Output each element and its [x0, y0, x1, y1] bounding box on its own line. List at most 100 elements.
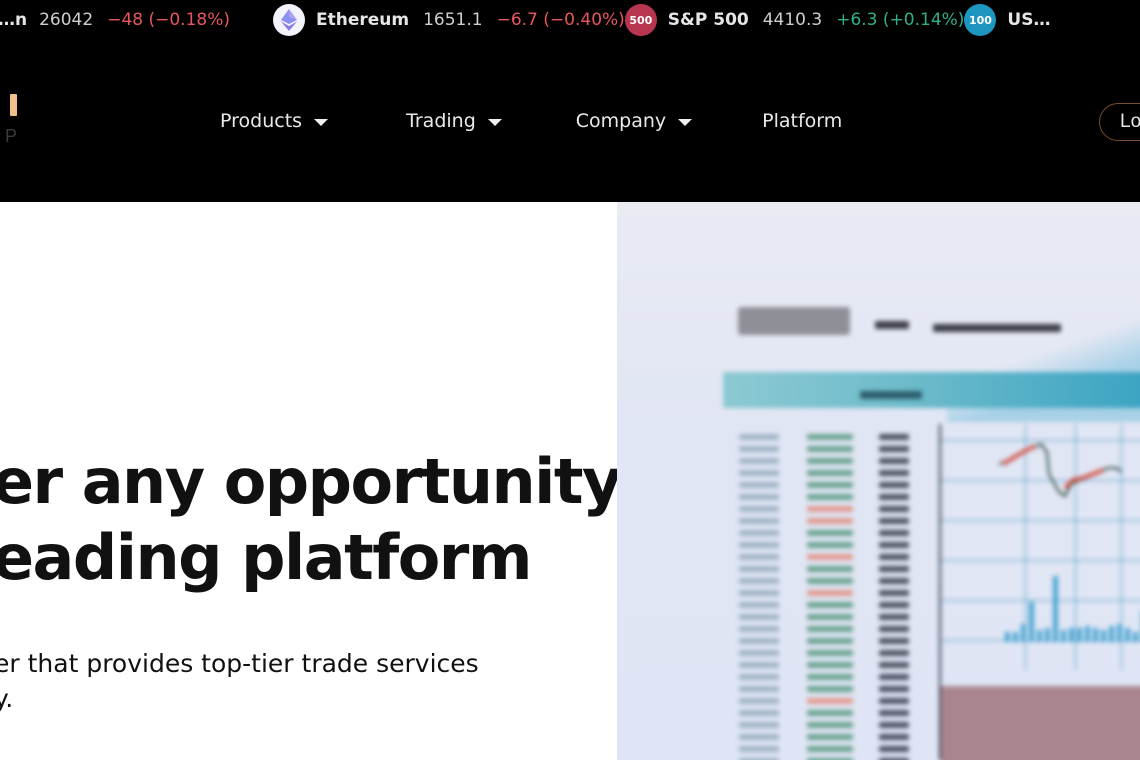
- image-decoration: [739, 470, 779, 476]
- image-decoration: [941, 560, 1140, 561]
- image-decoration: [879, 638, 909, 644]
- image-decoration: [1133, 632, 1138, 642]
- ticker-symbol: …n: [0, 10, 28, 30]
- image-decoration: [807, 506, 853, 512]
- image-decoration: [879, 482, 909, 488]
- image-decoration: [879, 554, 909, 560]
- nav-menu: Products Trading Company Platform: [220, 110, 842, 132]
- image-decoration: [879, 434, 909, 440]
- ticker-symbol: Ethereum: [316, 10, 410, 30]
- nav-item-label: Trading: [406, 110, 476, 132]
- image-decoration: [879, 506, 909, 512]
- nav-item-trading[interactable]: Trading: [406, 110, 502, 132]
- image-decoration: [807, 686, 853, 692]
- image-decoration: [879, 662, 909, 668]
- image-decoration: [739, 722, 779, 728]
- nav-item-label: Products: [220, 110, 303, 132]
- image-decoration: [879, 542, 909, 548]
- image-decoration: [739, 530, 779, 536]
- image-decoration: [879, 578, 909, 584]
- image-decoration: [739, 602, 779, 608]
- image-decoration: [739, 626, 779, 632]
- image-decoration: [807, 554, 853, 560]
- logo-subtext: P: [5, 126, 18, 146]
- ticker-item[interactable]: …n 26042 −48 (−0.18%): [0, 0, 230, 40]
- image-decoration: [739, 554, 779, 560]
- image-decoration: [807, 734, 853, 740]
- nav-item-company[interactable]: Company: [576, 110, 693, 132]
- hero-subtitle-line: er that provides top-tier trade services: [0, 649, 479, 678]
- image-decoration: [879, 614, 909, 620]
- image-decoration: [1061, 630, 1066, 642]
- image-decoration: [879, 686, 909, 692]
- image-decoration: [739, 434, 779, 440]
- image-decoration: [1021, 624, 1026, 642]
- hero-subtitle-line: y.: [0, 684, 14, 713]
- image-decoration: [941, 600, 1140, 601]
- image-decoration: [1005, 632, 1010, 642]
- image-decoration: [807, 602, 853, 608]
- image-decoration: [739, 518, 779, 524]
- image-decoration: [807, 434, 853, 440]
- image-decoration: [1109, 626, 1114, 642]
- main-nav: P Products Trading Company Platform Lo: [0, 40, 1140, 202]
- ticker-item[interactable]: 100 US…: [964, 0, 1064, 40]
- image-decoration: [739, 650, 779, 656]
- nav-item-products[interactable]: Products: [220, 110, 329, 132]
- image-decoration: [879, 530, 909, 536]
- ticker-symbol: S&P 500: [667, 10, 749, 30]
- us100-badge-icon: 100: [964, 4, 997, 36]
- image-decoration: [879, 626, 909, 632]
- hero-subtitle: er that provides top-tier trade services…: [0, 646, 479, 716]
- image-decoration: [739, 578, 779, 584]
- nav-item-platform[interactable]: Platform: [762, 110, 842, 132]
- image-decoration: [739, 458, 779, 464]
- image-decoration: [807, 710, 853, 716]
- ticker-change: +6.3 (+0.14%): [836, 10, 965, 30]
- image-decoration: [739, 710, 779, 716]
- hero-title-line: er any opportunity: [0, 445, 622, 518]
- image-decoration: [1053, 576, 1058, 642]
- image-decoration: [807, 674, 853, 680]
- logo-mark[interactable]: [10, 94, 17, 116]
- image-decoration: [807, 458, 853, 464]
- image-decoration: [1093, 628, 1098, 642]
- login-button[interactable]: Lo: [1099, 103, 1140, 141]
- image-decoration: [807, 566, 853, 572]
- image-decoration: [879, 698, 909, 704]
- image-decoration: [1029, 602, 1034, 642]
- image-decoration: [739, 614, 779, 620]
- image-decoration: [807, 482, 853, 488]
- image-decoration: [879, 710, 909, 716]
- image-decoration: [807, 542, 853, 548]
- ticker-change: −48 (−0.18%): [107, 10, 230, 30]
- image-decoration: [807, 650, 853, 656]
- ticker-item[interactable]: 500 S&P 500 4410.3 +6.3 (+0.14%): [624, 0, 965, 40]
- ticker-item[interactable]: Ethereum 1651.1 −6.7 (−0.40%): [273, 0, 625, 40]
- image-decoration: [879, 494, 909, 500]
- image-decoration: [739, 494, 779, 500]
- image-decoration: [1037, 630, 1042, 642]
- image-decoration: [807, 530, 853, 536]
- image-decoration: [739, 734, 779, 740]
- image-decoration: [879, 746, 909, 752]
- image-decoration: [1117, 624, 1122, 642]
- ticker-price: 1651.1: [423, 10, 483, 30]
- hero-title-line: eading platform: [0, 521, 532, 594]
- image-decoration: [879, 518, 909, 524]
- image-decoration: [879, 602, 909, 608]
- image-decoration: [807, 746, 853, 752]
- image-decoration: [1077, 628, 1082, 642]
- ticker-price: 4410.3: [762, 10, 823, 30]
- nav-item-label: Platform: [762, 110, 843, 132]
- image-decoration: [879, 446, 909, 452]
- image-decoration: [879, 470, 909, 476]
- image-decoration: [807, 446, 853, 452]
- image-decoration: [879, 650, 909, 656]
- image-decoration: [1069, 628, 1074, 642]
- image-decoration: [807, 626, 853, 632]
- image-decoration: [739, 638, 779, 644]
- image-decoration: [739, 506, 779, 512]
- image-decoration: [807, 470, 853, 476]
- image-decoration: [807, 494, 853, 500]
